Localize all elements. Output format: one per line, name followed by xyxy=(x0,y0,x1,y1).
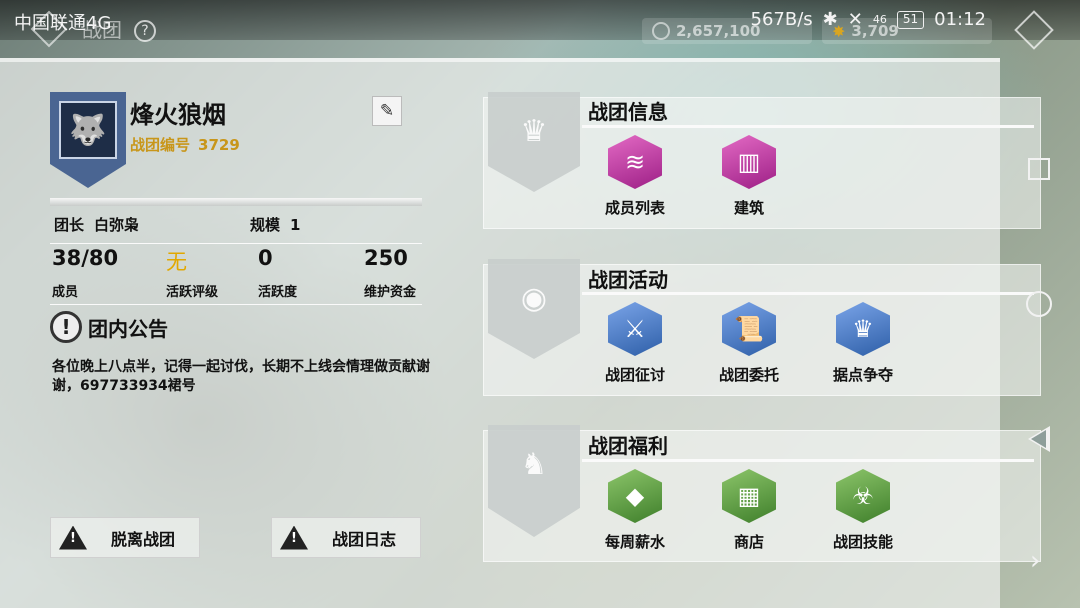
currency-star-value: 3,709 xyxy=(851,22,899,40)
leader-row: 团长 白弥枭 xyxy=(54,214,139,235)
activity-value: 0 xyxy=(258,246,273,270)
guild-log-button[interactable]: ! 战团日志 xyxy=(271,517,421,558)
diamond-icon: ◆ xyxy=(608,469,662,523)
guild-commission-button[interactable]: 📜 战团委托 xyxy=(694,302,804,385)
globe-icon: ◉ xyxy=(520,281,548,316)
divider xyxy=(582,459,1034,462)
shop-icon: ▦ xyxy=(722,469,776,523)
divider xyxy=(50,304,422,305)
guild-crusade-label: 战团征讨 xyxy=(604,366,665,384)
exclamation-icon: ! xyxy=(50,311,82,343)
notice-title: 团内公告 xyxy=(88,317,168,341)
shop-label: 商店 xyxy=(733,533,764,551)
stronghold-battle-label: 据点争夺 xyxy=(832,366,893,384)
members-label: 成员 xyxy=(52,285,79,300)
divider xyxy=(582,125,1034,128)
crown-wreath-icon: ♛ xyxy=(520,114,548,149)
leave-guild-label: 脱离战团 xyxy=(111,529,176,549)
divider xyxy=(50,243,422,244)
help-icon[interactable]: ? xyxy=(134,20,156,42)
divider xyxy=(50,198,422,206)
guild-id-value: 3729 xyxy=(198,136,240,154)
crown-icon: ♛ xyxy=(836,302,890,356)
guild-crusade-button[interactable]: ⚔ 战团征讨 xyxy=(580,302,690,385)
weekly-salary-label: 每周薪水 xyxy=(604,533,665,551)
leader-label: 团长 xyxy=(54,216,85,234)
guild-id: 战团编号 3729 xyxy=(130,134,240,155)
building-icon: ▥ xyxy=(722,135,776,189)
coin-icon xyxy=(652,22,670,40)
guild-commission-label: 战团委托 xyxy=(718,366,779,384)
activity-label: 活跃度 xyxy=(258,285,298,300)
crossed-swords-icon: ⚔ xyxy=(608,302,662,356)
activity-rating-value: 无 xyxy=(166,250,187,274)
member-list-label: 成员列表 xyxy=(604,199,665,217)
members-value: 38/80 xyxy=(52,246,119,270)
activity-rating-label: 活跃评级 xyxy=(166,285,219,300)
weekly-salary-button[interactable]: ◆ 每周薪水 xyxy=(580,469,690,552)
warning-icon: ! xyxy=(280,526,308,550)
member-list-icon: ≋ xyxy=(608,135,662,189)
back-nav-icon[interactable] xyxy=(1028,426,1050,452)
divider xyxy=(582,292,1034,295)
currency-gold-counter: 2,657,100 xyxy=(642,18,812,44)
guild-welfare-title: 战团福利 xyxy=(588,434,668,458)
leave-guild-button[interactable]: ! 脱离战团 xyxy=(50,517,200,558)
currency-star-counter: ✸ 3,709 xyxy=(822,18,992,44)
leader-value: 白弥枭 xyxy=(94,216,140,234)
chevron-right-icon[interactable]: › xyxy=(1030,546,1040,576)
guild-skills-label: 战团技能 xyxy=(832,533,893,551)
scale-value: 1 xyxy=(290,216,301,234)
edit-button[interactable]: ✎ xyxy=(372,96,402,126)
notice-text: 各位晚上八点半，记得一起讨伐，长期不上线会情理做贡献谢谢，697733934裙号 xyxy=(52,359,430,394)
scale-label: 规模 xyxy=(250,216,281,234)
guild-activity-title: 战团活动 xyxy=(588,268,668,292)
griffin-icon: ♞ xyxy=(520,447,548,482)
guild-name: 烽火狼烟 xyxy=(130,101,226,129)
guild-skills-button[interactable]: ☣ 战团技能 xyxy=(808,469,918,552)
building-label: 建筑 xyxy=(733,199,764,217)
scroll-icon: 📜 xyxy=(722,302,776,356)
maintenance-funds-value: 250 xyxy=(364,246,408,270)
wolf-icon: 🐺 xyxy=(59,101,117,159)
recent-apps-icon[interactable] xyxy=(1028,158,1050,180)
member-list-button[interactable]: ≋ 成员列表 xyxy=(580,135,690,218)
guild-log-label: 战团日志 xyxy=(332,529,397,549)
pencil-icon: ✎ xyxy=(379,101,395,121)
stronghold-battle-button[interactable]: ♛ 据点争夺 xyxy=(808,302,918,385)
guild-id-label: 战团编号 xyxy=(130,136,191,154)
currency-gold-value: 2,657,100 xyxy=(676,22,761,40)
shop-button[interactable]: ▦ 商店 xyxy=(694,469,804,552)
scale-row: 规模 1 xyxy=(250,214,300,235)
star-coin-icon: ✸ xyxy=(832,21,846,41)
maintenance-funds-label: 维护资金 xyxy=(364,285,417,300)
page-title: 战团 xyxy=(82,18,122,42)
warning-icon: ! xyxy=(59,526,87,550)
home-nav-icon[interactable] xyxy=(1026,291,1052,317)
guild-info-title: 战团信息 xyxy=(588,100,668,124)
building-button[interactable]: ▥ 建筑 xyxy=(694,135,804,218)
biohazard-icon: ☣ xyxy=(836,469,890,523)
